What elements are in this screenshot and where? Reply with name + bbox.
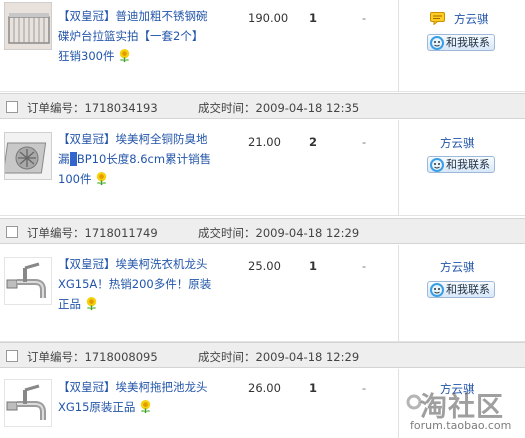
item-price: 190.00	[248, 11, 289, 25]
deal-time: 成交时间：2009-04-18 12:35	[198, 100, 359, 116]
contact-seller-button[interactable]: 和我联系	[427, 34, 495, 51]
item-title-line[interactable]: 漏	[58, 152, 70, 166]
item-title[interactable]: 【双皇冠】埃美柯全铜防臭地 漏 BP10长度8.6cm累计销售 100件	[58, 129, 248, 189]
crown-flower-icon	[120, 48, 130, 63]
order-checkbox[interactable]	[6, 350, 18, 362]
item-title-line[interactable]: XG15A！热销200多件！原装	[58, 277, 211, 291]
item-price: 26.00	[248, 381, 281, 395]
watermark-url: forum.taobao.com	[410, 419, 512, 432]
order-number-value: 1718011749	[84, 226, 158, 240]
item-quantity: 2	[309, 135, 318, 149]
seller-name[interactable]: 方云骐	[454, 11, 489, 27]
order-item-row: 【双皇冠】埃美柯洗衣机龙头 XG15A！热销200多件！原装 正品 25.00 …	[0, 245, 525, 342]
item-title[interactable]: 【双皇冠】埃美柯拖把池龙头 XG15原装正品	[58, 377, 248, 417]
crown-flower-icon	[141, 399, 151, 414]
column-divider	[398, 245, 399, 342]
order-item-row: 【双皇冠】埃美柯全铜防臭地 漏 BP10长度8.6cm累计销售 100件 21.…	[0, 120, 525, 216]
order-item-row: 【双皇冠】普迪加粗不锈钢碗 碟炉台拉篮实拍【一套2个】 狂销300件 190.0…	[0, 0, 525, 92]
item-quantity: 1	[309, 259, 318, 273]
deal-time-label: 成交时间：	[198, 350, 256, 364]
item-discount: -	[362, 259, 367, 273]
item-title-line[interactable]: 【双皇冠】埃美柯拖把池龙头	[58, 380, 208, 394]
item-discount: -	[362, 11, 367, 25]
order-header: 订单编号：1718011749 成交时间：2009-04-18 12:29	[0, 218, 525, 244]
crown-flower-icon	[97, 171, 107, 186]
deal-time-value: 2009-04-18 12:35	[255, 101, 360, 115]
dish-rack-thumb[interactable]	[4, 2, 52, 50]
order-number-label: 订单编号：	[27, 350, 85, 364]
faucet-thumb[interactable]	[4, 257, 52, 305]
deal-time: 成交时间：2009-04-18 12:29	[198, 349, 359, 365]
item-title-line[interactable]: 【双皇冠】埃美柯全铜防臭地	[58, 132, 208, 146]
message-icon[interactable]	[430, 12, 445, 25]
crown-flower-icon	[86, 296, 97, 311]
wangwang-icon	[430, 158, 444, 172]
item-discount: -	[362, 381, 367, 395]
contact-label[interactable]: 和我联系	[446, 283, 490, 296]
item-title-line[interactable]: 正品	[58, 297, 81, 311]
item-quantity: 1	[309, 381, 318, 395]
item-title-line[interactable]: 狂销300件	[58, 49, 114, 63]
item-title[interactable]: 【双皇冠】埃美柯洗衣机龙头 XG15A！热销200多件！原装 正品	[58, 254, 248, 314]
seller-name[interactable]: 方云骐	[440, 135, 475, 151]
item-title[interactable]: 【双皇冠】普迪加粗不锈钢碗 碟炉台拉篮实拍【一套2个】 狂销300件	[58, 6, 248, 66]
deal-time-label: 成交时间：	[198, 226, 256, 240]
order-number-label: 订单编号：	[27, 101, 85, 115]
order-number: 订单编号：1718011749	[27, 225, 158, 241]
selection-highlight	[69, 152, 77, 166]
item-price: 21.00	[248, 135, 281, 149]
wangwang-icon	[430, 283, 444, 297]
faucet-thumb[interactable]	[4, 379, 52, 427]
column-divider	[398, 0, 399, 92]
seller-name[interactable]: 方云骐	[440, 259, 475, 275]
column-divider	[398, 369, 399, 438]
contact-label[interactable]: 和我联系	[446, 158, 490, 171]
column-divider	[398, 120, 399, 216]
order-checkbox[interactable]	[6, 226, 18, 238]
order-number: 订单编号：1718034193	[27, 100, 158, 116]
order-checkbox[interactable]	[6, 101, 18, 113]
item-title-line[interactable]: BP10长度8.6cm累计销售	[77, 152, 211, 166]
order-header: 订单编号：1718034193 成交时间：2009-04-18 12:35	[0, 93, 525, 119]
contact-label[interactable]: 和我联系	[446, 36, 490, 49]
item-price: 25.00	[248, 259, 281, 273]
order-header: 订单编号：1718008095 成交时间：2009-04-18 12:29	[0, 342, 525, 368]
order-number-value: 1718008095	[84, 350, 158, 364]
item-discount: -	[362, 135, 367, 149]
deal-time: 成交时间：2009-04-18 12:29	[198, 225, 359, 241]
item-title-line[interactable]: 100件	[58, 172, 91, 186]
order-number-value: 1718034193	[84, 101, 158, 115]
order-number-label: 订单编号：	[27, 226, 85, 240]
item-title-line[interactable]: XG15原装正品	[58, 400, 135, 414]
order-number: 订单编号：1718008095	[27, 349, 158, 365]
wangwang-icon	[430, 36, 444, 50]
item-title-line[interactable]: 【双皇冠】普迪加粗不锈钢碗	[58, 9, 208, 23]
contact-seller-button[interactable]: 和我联系	[427, 156, 495, 173]
deal-time-label: 成交时间：	[198, 101, 256, 115]
deal-time-value: 2009-04-18 12:29	[255, 226, 360, 240]
floor-drain-thumb[interactable]	[4, 132, 52, 180]
item-title-line[interactable]: 碟炉台拉篮实拍【一套2个】	[58, 29, 203, 43]
item-title-line[interactable]: 【双皇冠】埃美柯洗衣机龙头	[58, 257, 208, 271]
deal-time-value: 2009-04-18 12:29	[255, 350, 360, 364]
contact-seller-button[interactable]: 和我联系	[427, 281, 495, 298]
item-quantity: 1	[309, 11, 318, 25]
